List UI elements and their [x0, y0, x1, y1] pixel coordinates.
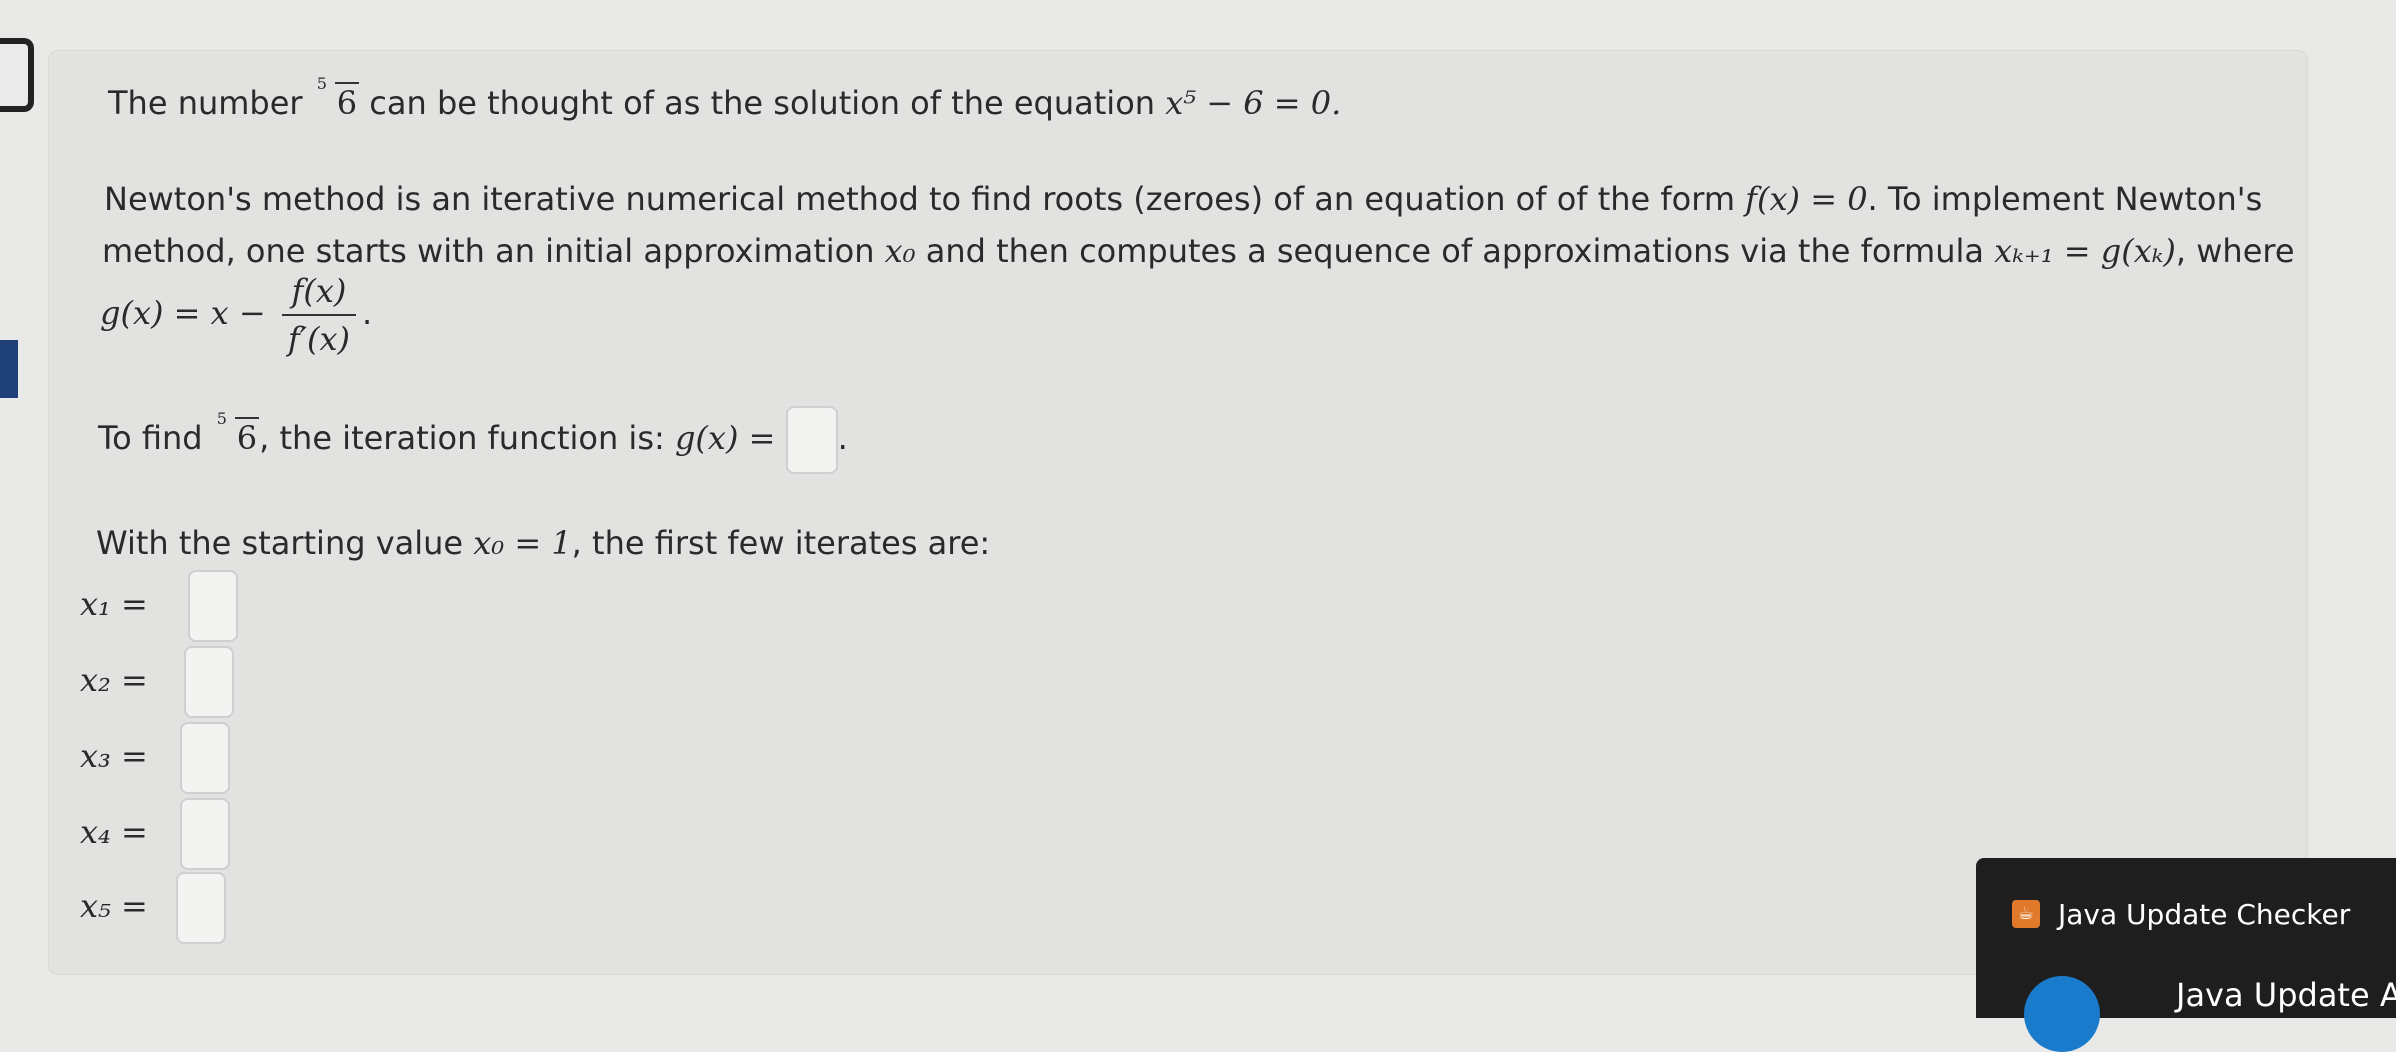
intro-line: The number 5 6 can be thought of as the … [108, 74, 1342, 122]
newton-fraction: f(x) f′(x) [281, 272, 356, 358]
toast-avatar [2024, 976, 2100, 1052]
window-fragment-left [0, 38, 34, 112]
para1-text: Newton's method is an iterative numerica… [104, 180, 1735, 218]
g-definition: g(x) = x − f(x) f′(x) . [100, 272, 372, 358]
java-update-toast[interactable]: ☕ Java Update Checker Java Update Ava [1976, 858, 2396, 1052]
g-answer-input[interactable] [785, 406, 838, 474]
iterate-row: x₄ = [80, 798, 231, 870]
find-prefix: To find [98, 419, 203, 457]
iterate-input-x4[interactable] [180, 798, 231, 870]
g-answer-period: . [837, 419, 848, 457]
java-icon: ☕ [2012, 900, 2040, 928]
fraction-numerator: f(x) [281, 272, 356, 316]
iterate-input-x3[interactable] [180, 722, 231, 794]
start-value: x₀ = 1 [473, 524, 572, 562]
start-text: With the starting value [96, 524, 464, 562]
iterate-row: x₁ = [80, 570, 239, 642]
intro-suffix: can be thought of as the solution of the… [369, 84, 1156, 122]
start-line: With the starting value x₀ = 1, the firs… [96, 524, 990, 562]
iterate-row: x₅ = [80, 872, 227, 944]
g-period: . [361, 294, 373, 332]
find-line: To find 5 6 , the iteration function is:… [98, 406, 848, 474]
root-index: 5 [216, 409, 227, 428]
iterate-label: x₃ = [80, 737, 148, 775]
fraction-denominator: f′(x) [287, 320, 350, 358]
toast-title: Java Update Checker [2058, 898, 2351, 931]
equation: x⁵ − 6 = 0. [1165, 84, 1342, 122]
fx-equation: f(x) = 0 [1745, 180, 1868, 218]
iterate-row: x₂ = [80, 646, 235, 718]
g-lhs: g(x) = x − [100, 294, 266, 332]
x0-symbol: x₀ [884, 232, 916, 270]
toast-message: Java Update Ava [2176, 976, 2396, 1014]
iterate-input-x2[interactable] [184, 646, 235, 718]
para2-text: method, one starts with an initial appro… [102, 232, 875, 270]
root-radicand: 6 [334, 82, 360, 122]
start-tail: , the first few iterates are: [571, 524, 991, 562]
intro-prefix: The number [108, 84, 303, 122]
fifth-root: 5 6 [313, 74, 360, 122]
fifth-root-2: 5 6 [213, 409, 260, 457]
para2-mid: and then computes a sequence of approxim… [925, 232, 1984, 270]
para1-line: Newton's method is an iterative numerica… [104, 180, 2262, 218]
iteration-formula: xₖ₊₁ = g(xₖ) [1994, 232, 2176, 270]
find-suffix: , the iteration function is: [259, 419, 665, 457]
root-radicand: 6 [234, 417, 260, 457]
iterate-input-x5[interactable] [176, 872, 227, 944]
side-tab-fragment [0, 340, 18, 398]
g-label: g(x) = [674, 419, 776, 457]
root-index: 5 [316, 74, 327, 93]
para2-line: method, one starts with an initial appro… [102, 232, 2295, 270]
iterate-label: x₂ = [80, 661, 148, 699]
iterate-label: x₁ = [80, 585, 148, 623]
iterate-label: x₄ = [80, 813, 148, 851]
iterate-input-x1[interactable] [188, 570, 239, 642]
iterate-label: x₅ = [80, 887, 148, 925]
para1-tail: . To implement Newton's [1867, 180, 2263, 218]
iterate-row: x₃ = [80, 722, 231, 794]
para2-tail: , where [2175, 232, 2295, 270]
